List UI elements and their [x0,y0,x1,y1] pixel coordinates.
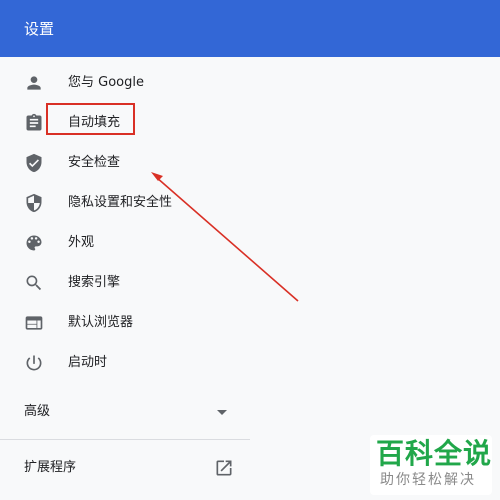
watermark-logo: 百科全说 助你轻松解决 [370,435,492,495]
watermark-title: 百科全说 [376,437,493,470]
sidebar-item-label: 外观 [68,235,95,250]
open-in-new-icon [214,458,234,478]
advanced-toggle[interactable]: 高级 [0,392,250,432]
shield-half-icon [24,193,44,213]
watermark-subtitle: 助你轻松解决 [380,472,476,488]
person-icon [24,73,44,93]
annotation-highlight-box [46,103,135,135]
sidebar-item-label: 您与 Google [68,75,144,90]
clipboard-icon [24,113,44,133]
sidebar-item-on-startup[interactable]: 启动时 [0,343,250,383]
sidebar-item-search-engine[interactable]: 搜索引擎 [0,263,250,303]
sidebar-item-label: 默认浏览器 [68,315,134,330]
power-icon [24,353,44,373]
search-icon [24,273,44,293]
extensions-label: 扩展程序 [24,460,77,475]
sidebar-item-privacy-security[interactable]: 隐私设置和安全性 [0,183,250,223]
advanced-label: 高级 [24,404,51,419]
chevron-down-icon [217,410,227,415]
sidebar-item-label: 搜索引擎 [68,275,121,290]
extensions-link[interactable]: 扩展程序 [0,448,250,488]
palette-icon [24,233,44,253]
sidebar-item-appearance[interactable]: 外观 [0,223,250,263]
sidebar-item-you-and-google[interactable]: 您与 Google [0,63,250,103]
sidebar-item-label: 安全检查 [68,155,121,170]
page-title: 设置 [24,20,55,38]
shield-check-icon [24,153,44,173]
sidebar-divider [0,439,250,440]
sidebar-item-label: 启动时 [68,355,108,370]
browser-window-icon [24,313,44,333]
app-header: 设置 [0,0,500,57]
sidebar-item-safety-check[interactable]: 安全检查 [0,143,250,183]
sidebar-item-label: 隐私设置和安全性 [68,195,173,210]
sidebar-item-default-browser[interactable]: 默认浏览器 [0,303,250,343]
